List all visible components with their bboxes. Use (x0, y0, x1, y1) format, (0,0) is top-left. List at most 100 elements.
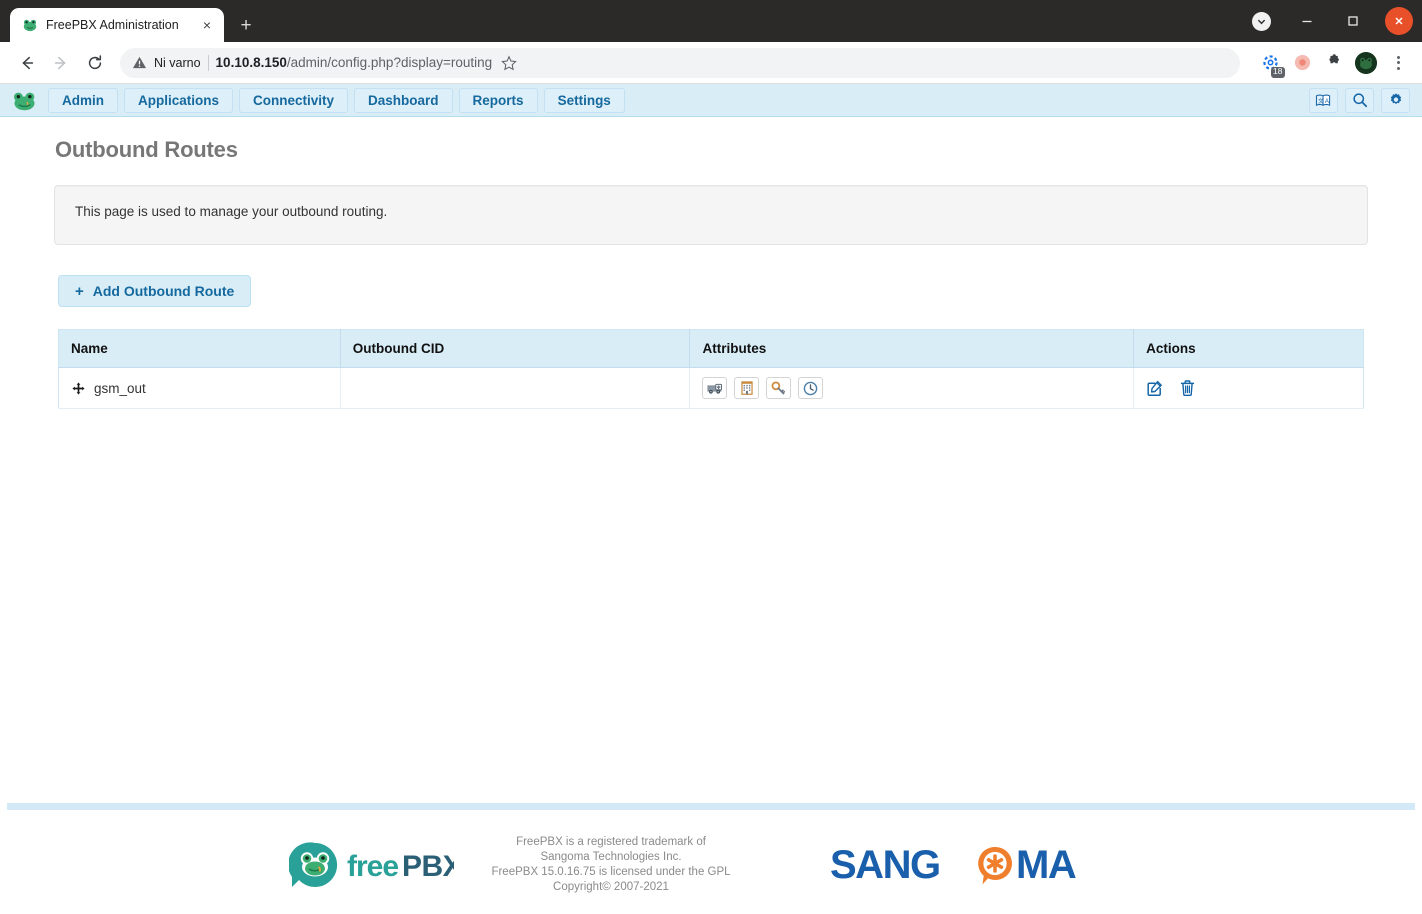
drag-move-icon[interactable] (71, 381, 85, 395)
avatar (1355, 52, 1377, 74)
svg-text:free: free (347, 850, 398, 883)
nav-label: Reports (473, 93, 524, 108)
nav-label: Dashboard (368, 93, 439, 108)
extensions-puzzle-icon[interactable] (1320, 49, 1348, 77)
svg-text:SANG: SANG (830, 843, 940, 887)
not-secure-warning-icon (132, 55, 147, 70)
profile-avatar[interactable] (1352, 49, 1380, 77)
nav-item-dashboard[interactable]: Dashboard (354, 88, 453, 113)
browser-tab[interactable]: FreePBX Administration × (10, 8, 224, 42)
table-body: gsm_out (59, 368, 1364, 409)
pin-key-icon[interactable] (766, 377, 791, 399)
cell-outbound-cid (340, 368, 690, 409)
close-icon (1385, 7, 1413, 35)
table-header: Name Outbound CID Attributes Actions (59, 330, 1364, 368)
extension-badge-count: 18 (1271, 67, 1285, 78)
nav-label: Applications (138, 93, 219, 108)
url-path: /admin/config.php?display=routing (287, 55, 492, 70)
extension-gear-icon[interactable]: 18 (1256, 49, 1284, 77)
kebab-menu-icon (1397, 56, 1400, 70)
column-header-outbound-cid[interactable]: Outbound CID (340, 330, 690, 368)
action-icon-group (1146, 379, 1351, 397)
freepbx-nav-right: 文 A (1309, 88, 1410, 113)
window-dropdown-button[interactable] (1238, 0, 1284, 42)
close-window-button[interactable] (1376, 0, 1422, 42)
nav-item-reports[interactable]: Reports (459, 88, 538, 113)
nav-label: Admin (62, 93, 104, 108)
tab-title: FreePBX Administration (46, 18, 190, 32)
language-translate-icon[interactable]: 文 A (1309, 88, 1338, 113)
emergency-ambulance-icon[interactable] (702, 377, 727, 399)
sangoma-logo: SANG MA (816, 841, 1146, 889)
freepbx-frog-logo[interactable] (10, 88, 38, 112)
column-header-attributes[interactable]: Attributes (690, 330, 1134, 368)
svg-text:PBX: PBX (402, 850, 454, 883)
freepbx-nav-items: Admin Applications Connectivity Dashboar… (48, 88, 625, 113)
page-viewport: Admin Applications Connectivity Dashboar… (0, 84, 1422, 914)
footer-legal-text: FreePBX is a registered trademark of San… (466, 835, 756, 896)
nav-label: Settings (558, 93, 611, 108)
freepbx-frog-favicon (22, 17, 38, 33)
footer-line-2: Sangoma Technologies Inc. (466, 850, 756, 865)
time-clock-icon[interactable] (798, 377, 823, 399)
delete-trash-icon[interactable] (1178, 379, 1196, 397)
search-icon[interactable] (1345, 88, 1374, 113)
plus-icon: + (75, 284, 84, 299)
security-status-text: Ni varno (154, 56, 201, 70)
page-description-panel: This page is used to manage your outboun… (54, 185, 1368, 245)
nav-item-settings[interactable]: Settings (544, 88, 625, 113)
table-header-row: Name Outbound CID Attributes Actions (59, 330, 1364, 368)
browser-menu-button[interactable] (1384, 49, 1412, 77)
svg-text:A: A (1325, 98, 1329, 104)
cell-attributes (690, 368, 1134, 409)
browser-window: FreePBX Administration × + (0, 0, 1422, 914)
close-icon[interactable]: × (198, 16, 216, 34)
nav-item-applications[interactable]: Applications (124, 88, 233, 113)
outbound-routes-table: Name Outbound CID Attributes Actions (58, 329, 1364, 409)
tab-strip: FreePBX Administration × + (0, 0, 1422, 42)
svg-text:文: 文 (1318, 96, 1324, 104)
page-title: Outbound Routes (55, 137, 1422, 163)
page-footer: free PBX FreePBX is a registered tradema… (0, 810, 1422, 914)
add-outbound-route-label: Add Outbound Route (93, 283, 235, 299)
add-outbound-route-wrap: + Add Outbound Route (58, 275, 1422, 307)
footer-line-4: Copyright© 2007-2021 (466, 880, 756, 895)
table-row[interactable]: gsm_out (59, 368, 1364, 409)
add-outbound-route-button[interactable]: + Add Outbound Route (58, 275, 251, 307)
intra-company-building-icon[interactable] (734, 377, 759, 399)
svg-text:MA: MA (1016, 843, 1076, 887)
gear-icon[interactable] (1381, 88, 1410, 113)
maximize-button[interactable] (1330, 0, 1376, 42)
route-name-text: gsm_out (94, 381, 146, 396)
nav-label: Connectivity (253, 93, 334, 108)
page-description-text: This page is used to manage your outboun… (75, 204, 387, 219)
nav-item-connectivity[interactable]: Connectivity (239, 88, 348, 113)
route-name-cell: gsm_out (71, 381, 328, 396)
freepbx-navbar: Admin Applications Connectivity Dashboar… (0, 84, 1422, 117)
footer-line-1: FreePBX is a registered trademark of (466, 835, 756, 850)
minimize-button[interactable] (1284, 0, 1330, 42)
window-controls (1238, 0, 1422, 42)
bookmark-star-icon[interactable] (499, 55, 519, 71)
back-button[interactable] (12, 48, 42, 78)
url-host: 10.10.8.150 (216, 55, 287, 70)
attribute-icon-group (702, 377, 1121, 399)
nav-item-admin[interactable]: Admin (48, 88, 118, 113)
forward-button[interactable] (46, 48, 76, 78)
new-tab-button[interactable]: + (232, 11, 260, 39)
browser-toolbar: Ni varno 10.10.8.150/admin/config.php?di… (0, 42, 1422, 84)
footer-line-3: FreePBX 15.0.16.75 is licensed under the… (466, 865, 756, 880)
freepbx-footer-logo: free PBX (276, 839, 466, 891)
chevron-down-icon (1252, 12, 1271, 31)
edit-icon[interactable] (1146, 379, 1164, 397)
url-text: 10.10.8.150/admin/config.php?display=rou… (216, 55, 493, 70)
column-header-name[interactable]: Name (59, 330, 341, 368)
extension-record-icon[interactable] (1288, 49, 1316, 77)
cell-actions (1134, 368, 1364, 409)
cell-name: gsm_out (59, 368, 341, 409)
toolbar-extensions: 18 (1250, 49, 1412, 77)
address-bar[interactable]: Ni varno 10.10.8.150/admin/config.php?di… (120, 48, 1240, 78)
reload-button[interactable] (80, 48, 110, 78)
footer-separator (7, 803, 1415, 810)
column-header-actions[interactable]: Actions (1134, 330, 1364, 368)
